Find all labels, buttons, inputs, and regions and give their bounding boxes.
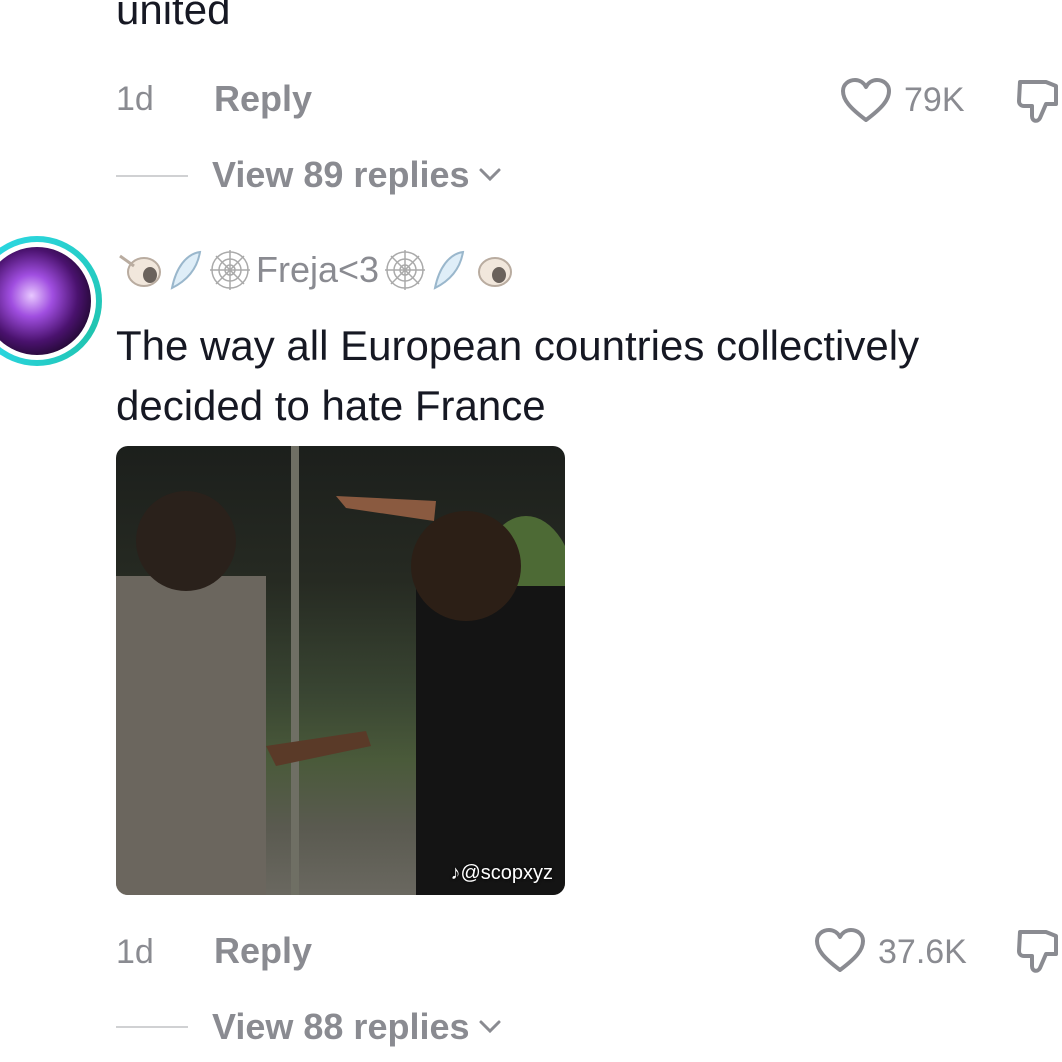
reply-button[interactable]: Reply	[214, 930, 312, 972]
web-icon	[210, 250, 250, 290]
thumbs-down-icon	[1017, 930, 1058, 973]
shell-icon	[478, 257, 513, 287]
replies-divider	[116, 1026, 188, 1028]
previous-like-button[interactable]	[840, 78, 892, 129]
view-replies-label: View 88 replies	[212, 1006, 470, 1047]
dislike-button[interactable]	[1016, 928, 1062, 981]
previous-reply-button[interactable]: Reply	[214, 78, 312, 120]
comment-text: The way all European countries collectiv…	[116, 322, 920, 429]
previous-view-replies-label: View 89 replies	[212, 154, 470, 195]
like-button[interactable]	[814, 928, 866, 979]
previous-comment-text: united	[116, 0, 231, 33]
media-illustration	[116, 446, 565, 895]
view-replies-button[interactable]: View 88 replies	[212, 1006, 502, 1048]
like-count: 37.6K	[878, 933, 967, 971]
username-text: Freja<3	[256, 249, 380, 290]
comment-time: 1d	[116, 933, 154, 971]
comment-username[interactable]: Freja<3	[116, 248, 519, 292]
previous-comment-time: 1d	[116, 80, 154, 118]
chevron-down-icon	[479, 1020, 501, 1034]
shell-icon	[119, 254, 161, 287]
avatar[interactable]	[0, 236, 102, 366]
chevron-down-icon	[479, 168, 501, 182]
comment-media-image[interactable]: ♪@scopxyz	[116, 446, 565, 895]
tiktok-logo-icon: ♪	[450, 862, 461, 884]
media-watermark: ♪@scopxyz	[450, 862, 553, 884]
thumbs-down-icon	[1017, 80, 1058, 123]
heart-outline-icon	[815, 928, 865, 972]
wing-icon	[433, 250, 465, 290]
web-icon	[385, 250, 426, 290]
avatar-image	[0, 247, 91, 355]
previous-view-replies-button[interactable]: View 89 replies	[212, 154, 502, 196]
wing-icon	[170, 250, 202, 290]
replies-divider	[116, 175, 188, 177]
heart-outline-icon	[841, 78, 891, 122]
previous-dislike-button[interactable]	[1016, 78, 1062, 131]
previous-like-count: 79K	[904, 81, 965, 119]
